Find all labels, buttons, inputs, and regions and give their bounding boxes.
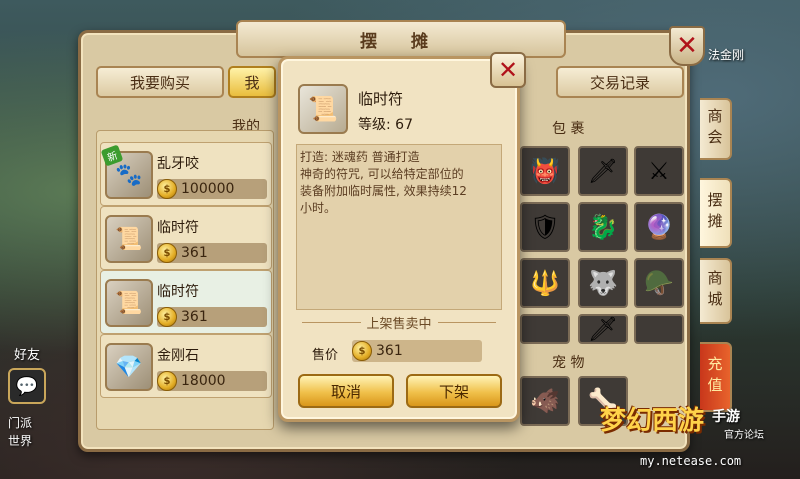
- watermark-url: my.netease.com: [640, 454, 742, 468]
- stall-item-selected[interactable]: 📜 临时符 $361: [100, 270, 272, 334]
- price-value: 361: [181, 309, 208, 325]
- coin-icon: $: [352, 341, 372, 361]
- hud-hint-world[interactable]: 世界: [8, 432, 32, 449]
- tab-buy[interactable]: 我要购买: [96, 66, 224, 98]
- stall-item[interactable]: 📜 临时符 $361: [100, 206, 272, 270]
- close-icon: ✕: [497, 56, 519, 84]
- bag-slot[interactable]: [520, 314, 570, 344]
- hud-hint-sect[interactable]: 门派: [8, 414, 32, 431]
- description-line: 装备附加临时属性, 效果持续12: [300, 184, 467, 198]
- bag-slot[interactable]: 🔱: [520, 258, 570, 308]
- stall-item-name: 临时符: [157, 220, 199, 236]
- close-icon: ✕: [676, 31, 698, 61]
- stall-item-name: 金刚石: [157, 348, 199, 364]
- popup-item-level: 等级: 67: [358, 114, 413, 134]
- stall-item-price: $18000: [157, 371, 267, 391]
- logo-subtitle: 手游: [712, 409, 740, 425]
- price-value: 361: [376, 343, 403, 359]
- stall-item-name: 临时符: [157, 284, 199, 300]
- popup-price: $361: [352, 340, 482, 362]
- item-description: 打造: 迷魂药 普通打造 神奇的符咒, 可以给特定部位的 装备附加临时属性, 效…: [296, 144, 502, 310]
- side-tab-recharge[interactable]: 充值: [700, 342, 732, 412]
- stall-item-name: 乱牙咬: [157, 156, 199, 172]
- talisman-icon: 📜: [298, 84, 348, 134]
- description-line: 打造: 迷魂药 普通打造: [300, 150, 420, 164]
- bag-slot[interactable]: 🐉: [578, 202, 628, 252]
- bag-slot[interactable]: 🪖: [634, 258, 684, 308]
- bag-slot[interactable]: 🛡: [520, 202, 570, 252]
- tab-trade-log[interactable]: 交易记录: [556, 66, 684, 98]
- side-tab-chamber[interactable]: 商会: [700, 98, 732, 160]
- talisman-icon: 📜: [105, 215, 153, 263]
- bag-slot[interactable]: ⚔: [634, 146, 684, 196]
- new-badge: 新: [100, 144, 124, 167]
- description-line: 小时。: [300, 201, 337, 215]
- stall-item-price: $100000: [157, 179, 267, 199]
- popup-item-name: 临时符: [358, 90, 404, 108]
- price-value: 100000: [181, 181, 235, 197]
- bag-slot[interactable]: 🔮: [634, 202, 684, 252]
- side-tab-stall[interactable]: 摆摊: [700, 178, 732, 248]
- coin-icon: $: [157, 371, 177, 391]
- stall-item[interactable]: 💎 金刚石 $18000: [100, 334, 272, 398]
- coin-icon: $: [157, 307, 177, 327]
- window-title: 摆 摊: [360, 31, 442, 52]
- stall-item-price: $361: [157, 243, 267, 263]
- bag-slot[interactable]: 🗡: [578, 146, 628, 196]
- coin-icon: $: [157, 243, 177, 263]
- coin-icon: $: [157, 179, 177, 199]
- level-label: 等级:: [358, 117, 391, 133]
- description-line: 神奇的符咒, 可以给特定部位的: [300, 167, 464, 181]
- hud-top-right-hint: 法金刚: [708, 48, 745, 62]
- price-value: 361: [181, 245, 208, 261]
- logo-forum-label: 官方论坛: [724, 430, 764, 441]
- game-logo: 梦幻西游: [600, 406, 705, 436]
- talisman-icon: 📜: [105, 279, 153, 327]
- pet-slot[interactable]: 🐗: [520, 376, 570, 426]
- side-tab-mall[interactable]: 商城: [700, 258, 732, 324]
- sale-status: 上架售卖中: [366, 316, 432, 332]
- pet-egg-icon: 🐾 新: [100, 144, 153, 199]
- bag-title: 包 裹: [552, 121, 585, 137]
- level-value: 67: [395, 117, 413, 133]
- diamond-stone-icon: 💎: [105, 343, 153, 391]
- cancel-button[interactable]: 取消: [298, 374, 394, 408]
- bag-slot[interactable]: 🗡: [578, 314, 628, 344]
- delist-button[interactable]: 下架: [406, 374, 502, 408]
- pet-title: 宠 物: [552, 355, 585, 371]
- price-value: 18000: [181, 373, 226, 389]
- chat-icon[interactable]: 💬: [8, 368, 46, 404]
- popup-close-button[interactable]: ✕: [490, 52, 526, 88]
- bag-slot[interactable]: 👹: [520, 146, 570, 196]
- stall-item-price: $361: [157, 307, 267, 327]
- bag-slot[interactable]: [634, 314, 684, 344]
- tab-sell[interactable]: 我: [228, 66, 276, 98]
- stall-item[interactable]: 🐾 新 乱牙咬 $100000: [100, 142, 272, 206]
- price-label: 售价: [312, 348, 339, 363]
- friends-label[interactable]: 好友: [14, 344, 40, 363]
- close-window-button[interactable]: ✕: [669, 26, 705, 66]
- sale-status-divider: 上架售卖中: [296, 312, 502, 332]
- bag-slot[interactable]: 🐺: [578, 258, 628, 308]
